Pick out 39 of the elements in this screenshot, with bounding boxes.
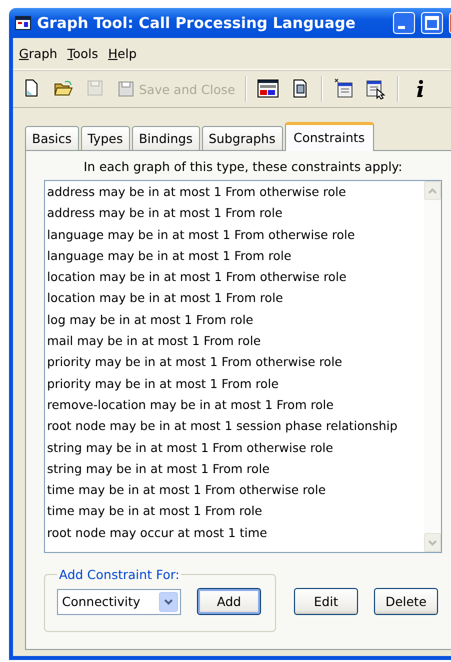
tab[interactable]: Constraints xyxy=(284,122,374,151)
list-item[interactable]: mail may be in at most 1 From role xyxy=(45,331,424,352)
tab[interactable]: Bindings xyxy=(132,126,200,150)
list-item[interactable]: time may be in at most 1 From otherwise role xyxy=(45,480,424,502)
list-item[interactable]: location may be in at most 1 From otherwise role xyxy=(45,267,424,288)
form-window-icon[interactable] xyxy=(257,78,280,100)
window-cursor-icon[interactable] xyxy=(365,78,388,100)
new-window-icon[interactable] xyxy=(333,78,356,100)
caret-icon[interactable] xyxy=(159,592,178,612)
list-item[interactable]: time may be in at most 1 From role xyxy=(45,501,424,523)
maximize-icon[interactable] xyxy=(421,12,443,34)
minimize-icon[interactable] xyxy=(393,12,415,34)
list-item[interactable]: remove-location may be in at most 1 From role xyxy=(45,394,424,416)
list-item[interactable]: location may be in at most 1 From role xyxy=(45,288,424,310)
list-item[interactable]: priority may be in at most 1 From role xyxy=(45,374,424,395)
tab[interactable]: Basics xyxy=(25,126,79,150)
dropdown[interactable]: Connectivity xyxy=(57,588,181,614)
add-button[interactable]: Add xyxy=(197,588,261,615)
menu-item[interactable]: Graph xyxy=(19,46,58,61)
menu-item[interactable]: Tools xyxy=(67,46,98,61)
list-item[interactable]: language may be in at most 1 From otherwise role xyxy=(45,224,424,246)
list-item[interactable]: log may be in at most 1 From role xyxy=(45,310,424,332)
list-item[interactable]: address may be in at most 1 From otherwise role xyxy=(45,182,424,204)
list-item[interactable]: string may be in at most 1 From role xyxy=(45,458,424,480)
window-title: Graph Tool: Call Processing Language xyxy=(37,14,357,32)
tab[interactable]: Subgraphs xyxy=(202,126,282,150)
list-item[interactable]: root node may be in at most 1 session phase relationship xyxy=(45,416,424,438)
menu-item[interactable]: Help xyxy=(108,46,137,61)
list-heading: In each graph of this type, these constraints apply: xyxy=(82,159,404,174)
tab[interactable]: Types xyxy=(80,126,130,150)
group-title: Add Constraint For: xyxy=(58,567,180,582)
list-item[interactable]: language may be in at most 1 From role xyxy=(45,246,424,268)
delete-button[interactable]: Delete xyxy=(374,588,438,615)
list-item[interactable]: root node may occur at most 1 time xyxy=(45,522,424,544)
list-item[interactable]: string may be in at most 1 From otherwise role xyxy=(45,438,424,459)
app-icon xyxy=(15,16,31,30)
edit-button[interactable]: Edit xyxy=(294,588,358,615)
list-item[interactable]: address may be in at most 1 From role xyxy=(45,203,424,225)
list-item[interactable]: priority may be in at most 1 From otherwise role xyxy=(45,352,424,374)
